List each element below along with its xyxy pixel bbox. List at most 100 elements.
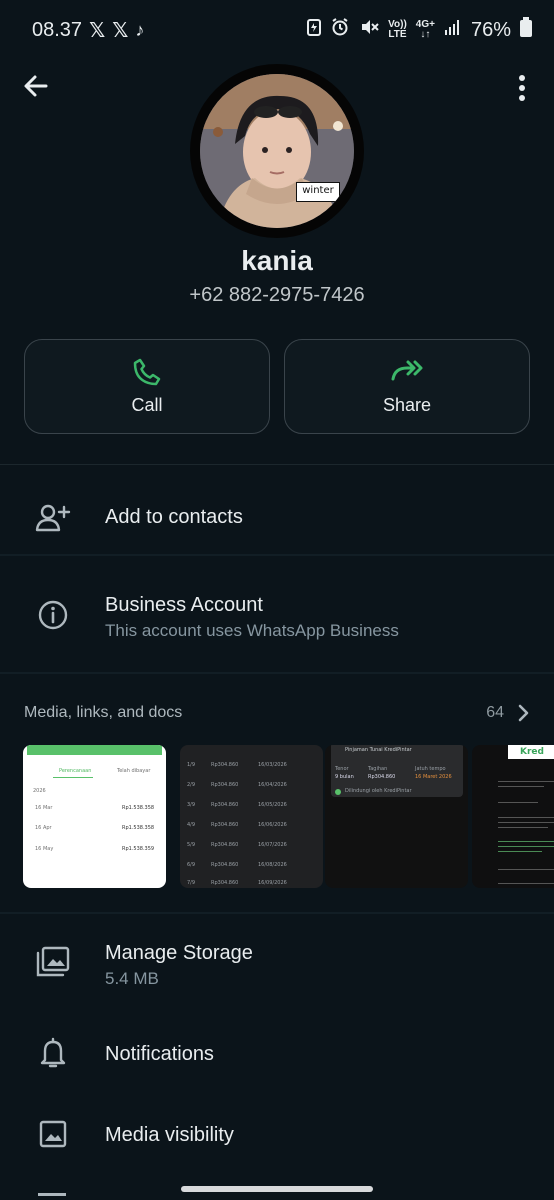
phone-icon [133,358,161,386]
avatar-sticker: winter [296,182,340,202]
back-button[interactable] [20,70,52,102]
thumb-installment-amount: Rp304.860 [211,842,239,848]
divider [0,554,554,556]
media-links-docs-header[interactable]: Media, links, and docs 64 [24,701,530,725]
partial-row-icon [38,1193,66,1200]
thumb-text-line [498,781,554,782]
battery-saver-icon [307,18,322,42]
media-thumbnail[interactable]: Perencanaan Telah dibayar 2026 16 Mar Rp… [23,745,166,888]
mute-icon [359,17,379,43]
media-visibility-label: Media visibility [105,1124,234,1146]
thumb-green-bar [27,745,162,755]
call-button[interactable]: Call [24,339,270,434]
x-app-icon: 𝕏 [89,19,106,42]
arrow-left-icon [24,75,48,97]
add-to-contacts-label: Add to contacts [105,506,243,528]
more-options-button[interactable] [506,70,538,106]
thumb-installment-date: 16/04/2026 [258,782,287,788]
thumb-installment-date: 16/03/2026 [258,762,287,768]
thumb-text-line [498,846,554,847]
status-bar: 08.37 𝕏 𝕏 ♪ Vo)) LTE 4G+ ↓↑ 76% [0,0,554,60]
thumb-installment: 2/9 [187,782,196,788]
thumb-installment-date: 16/07/2026 [258,842,287,848]
notifications-text: Notifications [105,1043,214,1066]
divider [0,912,554,914]
thumb-installment-date: 16/08/2026 [258,862,287,868]
thumb-val1: 9 bulan [335,774,354,780]
share-label: Share [382,395,432,415]
contact-name: kania [241,245,313,276]
media-visibility-row[interactable]: Media visibility [0,1104,554,1164]
thumb-text-line [498,841,554,842]
notifications-row[interactable]: Notifications [0,1023,554,1083]
thumb-installment-amount: Rp304.860 [211,862,239,868]
avatar-illustration [200,74,354,228]
thumb-title: Pinjaman Tunai KrediPintar [345,747,412,753]
thumb-installment: 1/9 [187,762,196,768]
manage-storage-size: 5.4 MB [105,969,159,988]
call-label: Call [131,395,163,415]
thumb-installment-date: 16/06/2026 [258,822,287,828]
signal-icon [444,18,462,42]
thumb-installment-amount: Rp304.860 [211,762,239,768]
thumb-installment-amount: Rp304.860 [211,802,239,808]
thumb-text-line [498,827,548,828]
thumb-installment-amount: Rp304.860 [211,880,239,886]
storage-folder-icon [34,943,72,981]
thumb-installment-amount: Rp304.860 [211,822,239,828]
media-thumbnail[interactable]: Kred [472,745,554,888]
media-thumbnail[interactable]: Pinjaman Tunai KrediPintar Tenor Tagihan… [325,745,468,888]
media-thumbnail[interactable]: 1/9 Rp304.860 16/03/2026 2/9 Rp304.860 1… [180,745,323,888]
media-visibility-text: Media visibility [105,1124,234,1147]
status-time: 08.37 [32,18,83,41]
thumb-row-amount: Rp1.538.358 [122,825,155,831]
thumb-installment-date: 16/05/2026 [258,802,287,808]
thumb-row-amount: Rp1.538.358 [122,805,155,811]
thumb-tab-right: Telah dibayar [117,768,151,774]
thumb-col3: Jatuh tempo [415,766,446,772]
profile-photo-frame[interactable]: winter [190,64,364,238]
media-count: 64 [486,704,504,721]
thumb-row-date: 16 Apr [35,825,52,831]
thumb-tab-left: Perencanaan [59,768,92,774]
add-to-contacts-text: Add to contacts [105,506,243,529]
volte-indicator: Vo)) LTE [388,19,407,40]
business-account-title: Business Account [105,594,263,616]
status-left: 08.37 𝕏 𝕏 ♪ [32,18,144,43]
shield-icon [335,789,341,795]
info-icon [34,596,72,634]
battery-icon [520,17,532,43]
thumb-installment: 3/9 [187,802,196,808]
home-indicator[interactable] [181,1186,373,1192]
thumb-text-line [498,802,538,803]
thumb-installment: 7/9 [187,880,196,886]
image-icon [34,1115,72,1153]
business-account-row[interactable]: Business Account This account uses Whats… [0,584,554,648]
x-app-icon: 𝕏 [112,19,129,42]
thumb-col2: Tagihan [368,766,388,772]
status-right: Vo)) LTE 4G+ ↓↑ 76% [307,17,532,43]
tiktok-icon: ♪ [135,19,145,40]
thumb-year: 2026 [33,788,46,794]
chevron-right-icon [518,704,529,722]
thumb-text-line [498,869,554,870]
alarm-icon [330,17,350,43]
manage-storage-row[interactable]: Manage Storage 5.4 MB [0,930,554,994]
media-count-group[interactable]: 64 [486,704,530,722]
business-account-text: Business Account This account uses Whats… [105,594,399,641]
battery-percent: 76% [470,18,511,41]
thumb-installment-amount: Rp304.860 [211,782,239,788]
avatar[interactable]: winter [200,74,354,228]
thumb-installment: 6/9 [187,862,196,868]
thumb-col1: Tenor [335,766,349,772]
manage-storage-text: Manage Storage 5.4 MB [105,942,253,989]
media-thumbnails: Perencanaan Telah dibayar 2026 16 Mar Rp… [23,745,554,890]
contact-phone: +62 882-2975-7426 [189,284,365,306]
share-button[interactable]: Share [284,339,530,434]
media-links-docs-label: Media, links, and docs [24,704,183,721]
thumb-row-amount: Rp1.538.359 [122,846,155,852]
thumb-row-date: 16 Mar [35,805,53,811]
add-to-contacts-row[interactable]: Add to contacts [0,488,554,548]
divider [0,464,554,465]
manage-storage-title: Manage Storage [105,942,253,964]
